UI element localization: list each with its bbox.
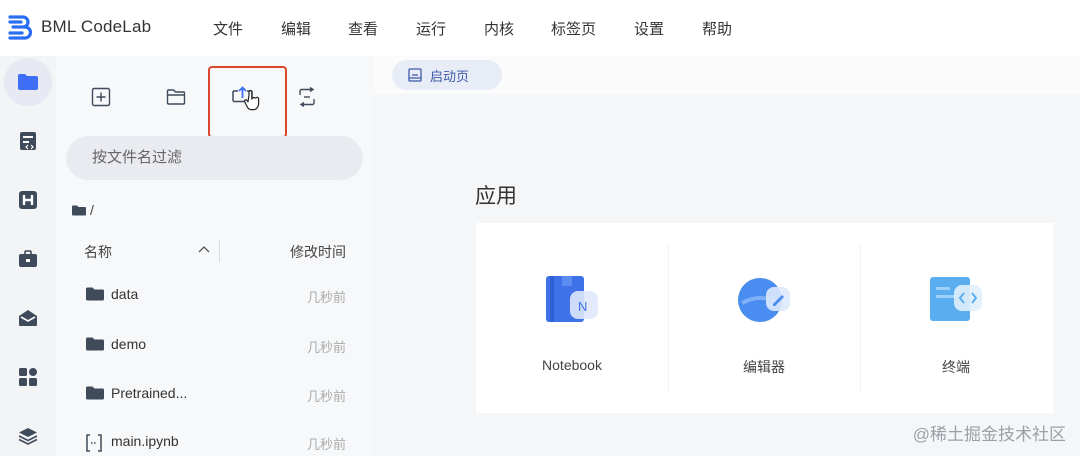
file-modified: 几秒前	[306, 340, 346, 355]
file-name: main.ipynb	[111, 433, 179, 449]
launcher-cards: N Notebook 编辑器 终端	[476, 223, 1053, 413]
tab-label: 启动页	[430, 68, 470, 84]
folder-icon	[86, 386, 104, 400]
file-modified: 几秒前	[306, 290, 346, 305]
file-row[interactable]: Pretrained... 几秒前	[56, 370, 374, 420]
new-file-icon	[91, 87, 111, 107]
menu-settings[interactable]: 设置	[634, 18, 664, 39]
folder-icon	[72, 205, 86, 215]
card-label: 终端	[942, 359, 970, 375]
launcher-card-notebook[interactable]: N Notebook	[476, 223, 668, 413]
file-browser-panel: 按文件名过滤 / 名称 修改时间 data 几秒前 demo 几秒前 Pretr…	[56, 56, 374, 456]
launcher-card-editor[interactable]: 编辑器	[668, 223, 860, 413]
terminal-app-icon	[930, 277, 982, 321]
menu-kernel[interactable]: 内核	[484, 18, 514, 39]
activity-hub[interactable]	[4, 176, 52, 224]
breadcrumb-path: /	[90, 202, 94, 218]
new-file-button[interactable]	[84, 80, 118, 114]
column-modified-header[interactable]: 修改时间	[290, 242, 346, 262]
new-folder-button[interactable]	[159, 80, 193, 114]
file-name: Pretrained...	[111, 385, 188, 401]
folder-icon	[18, 74, 38, 90]
activity-extensions[interactable]	[4, 353, 52, 401]
filter-input[interactable]: 按文件名过滤	[66, 136, 363, 180]
menu-run[interactable]: 运行	[416, 18, 446, 39]
activity-layers[interactable]	[4, 412, 52, 460]
tab-launcher[interactable]: 启动页	[392, 60, 502, 90]
mail-icon	[19, 310, 37, 326]
activity-mail[interactable]	[4, 294, 52, 342]
launcher-card-terminal[interactable]: 终端	[860, 223, 1052, 413]
upload-icon	[232, 86, 260, 111]
chevron-up-icon[interactable]	[198, 245, 210, 253]
notebook-icon	[20, 132, 36, 150]
file-modified: 几秒前	[306, 389, 346, 404]
bml-logo-icon	[8, 15, 32, 40]
launcher-icon	[408, 68, 422, 82]
card-label: Notebook	[542, 357, 602, 373]
column-divider[interactable]	[219, 240, 220, 262]
card-label: 编辑器	[743, 359, 785, 375]
watermark: @稀土掘金技术社区	[912, 425, 1066, 444]
menu-edit[interactable]: 编辑	[281, 18, 311, 39]
file-row[interactable]: data 几秒前	[56, 271, 374, 321]
refresh-button[interactable]	[290, 80, 324, 114]
extensions-icon	[19, 368, 37, 386]
editor-app-icon	[738, 278, 790, 322]
new-folder-icon	[166, 89, 186, 105]
notebook-file-icon	[86, 434, 102, 452]
svg-text:N: N	[578, 299, 587, 314]
file-modified: 几秒前	[306, 437, 346, 452]
main-area: 启动页 应用 N Notebook 编辑器 终端	[374, 56, 1080, 456]
file-row[interactable]: main.ipynb 几秒前	[56, 418, 374, 468]
activity-bar	[0, 56, 56, 456]
menu-help[interactable]: 帮助	[702, 18, 732, 39]
section-title: 应用	[475, 185, 517, 208]
folder-icon	[86, 287, 104, 301]
layers-icon	[18, 428, 38, 445]
file-name: data	[111, 286, 139, 302]
menu-tabs[interactable]: 标签页	[551, 18, 596, 39]
activity-file-browser[interactable]	[4, 58, 52, 106]
breadcrumb[interactable]: /	[72, 202, 94, 218]
menu-view[interactable]: 查看	[348, 18, 378, 39]
activity-notebook[interactable]	[4, 117, 52, 165]
upload-button[interactable]	[229, 80, 263, 114]
toolbox-icon	[19, 250, 37, 267]
notebook-app-icon: N	[546, 276, 598, 322]
column-name-header[interactable]: 名称	[84, 242, 112, 262]
refresh-icon	[299, 87, 315, 107]
app-title: BML CodeLab	[41, 17, 152, 36]
file-row[interactable]: demo 几秒前	[56, 321, 374, 371]
activity-toolbox[interactable]	[4, 235, 52, 283]
tab-bar: 启动页	[374, 56, 1080, 94]
folder-icon	[86, 337, 104, 351]
hub-icon	[19, 191, 37, 209]
file-name: demo	[111, 336, 147, 352]
menu-file[interactable]: 文件	[213, 18, 243, 39]
menu-bar: BML CodeLab 文件 编辑 查看 运行 内核 标签页 设置 帮助	[0, 0, 1080, 56]
